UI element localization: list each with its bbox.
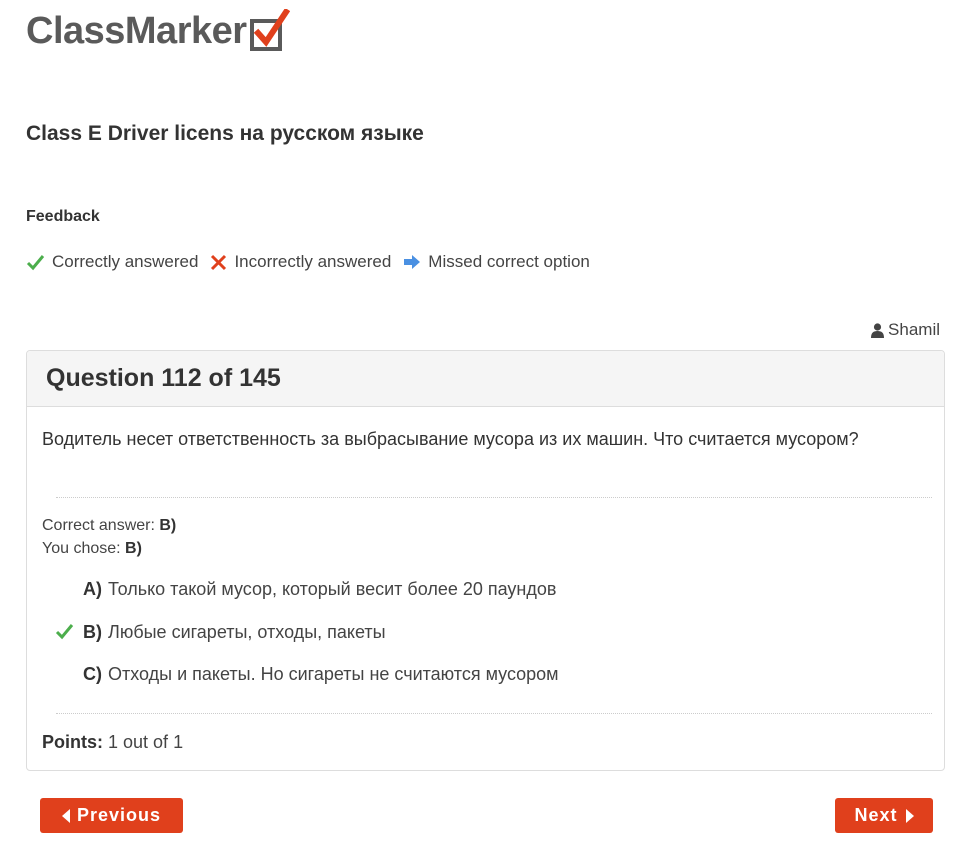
previous-label: Previous — [76, 805, 162, 825]
exam-title: Class E Driver licens на русском языке — [26, 122, 424, 145]
legend-missed: Missed correct option — [403, 252, 590, 272]
divider — [56, 497, 932, 498]
user-icon — [871, 322, 885, 338]
option-a: A) Только такой мусор, который весит бол… — [83, 579, 556, 600]
correct-answer-value: B) — [159, 517, 177, 534]
feedback-legend: Correctly answered Incorrectly answered … — [26, 252, 602, 272]
caret-right-icon — [905, 808, 914, 823]
option-letter: B) — [83, 622, 102, 642]
next-label: Next — [854, 805, 898, 825]
legend-correct-label: Correctly answered — [52, 252, 199, 271]
cross-icon — [211, 254, 227, 270]
legend-incorrect-label: Incorrectly answered — [234, 252, 392, 271]
option-text: Любые сигареты, отходы, пакеты — [108, 622, 386, 642]
checkbox-check-icon — [249, 9, 290, 51]
previous-button[interactable]: Previous — [40, 798, 183, 833]
checkmark-icon — [55, 624, 74, 640]
user-name: Shamil — [888, 320, 940, 339]
you-chose-label: You chose: — [42, 540, 121, 557]
points-label: Points: — [42, 732, 103, 752]
user-info: Shamil — [871, 320, 940, 340]
arrow-right-icon — [404, 255, 421, 269]
option-c: C) Отходы и пакеты. Но сигареты не счита… — [83, 664, 559, 685]
caret-left-icon — [61, 808, 70, 823]
legend-incorrect: Incorrectly answered — [210, 252, 391, 272]
option-letter: A) — [83, 579, 102, 599]
question-number: Question 112 of 145 — [46, 364, 281, 392]
option-b: B) Любые сигареты, отходы, пакеты — [83, 622, 386, 643]
option-text: Только такой мусор, который весит более … — [108, 579, 557, 599]
correct-answer-label: Correct answer: — [42, 517, 155, 534]
question-panel: Question 112 of 145 Водитель несет ответ… — [26, 350, 945, 771]
question-text: Водитель несет ответственность за выбрас… — [42, 429, 859, 449]
legend-missed-label: Missed correct option — [428, 252, 590, 271]
legend-correct: Correctly answered — [26, 252, 198, 272]
you-chose-line: You chose: B) — [42, 540, 142, 558]
next-button[interactable]: Next — [835, 798, 933, 833]
correct-answer-line: Correct answer: B) — [42, 517, 176, 535]
option-letter: C) — [83, 664, 102, 684]
classmarker-logo: ClassMarker — [26, 8, 290, 54]
feedback-heading: Feedback — [26, 208, 100, 225]
you-chose-value: B) — [125, 540, 142, 557]
divider — [56, 713, 932, 714]
question-panel-header: Question 112 of 145 — [27, 351, 944, 407]
option-text: Отходы и пакеты. Но сигареты не считаютс… — [108, 664, 559, 684]
points-line: Points: 1 out of 1 — [42, 732, 183, 753]
points-value: 1 out of 1 — [108, 732, 184, 752]
logo-text: ClassMarker — [26, 10, 247, 52]
checkmark-icon — [26, 254, 45, 270]
